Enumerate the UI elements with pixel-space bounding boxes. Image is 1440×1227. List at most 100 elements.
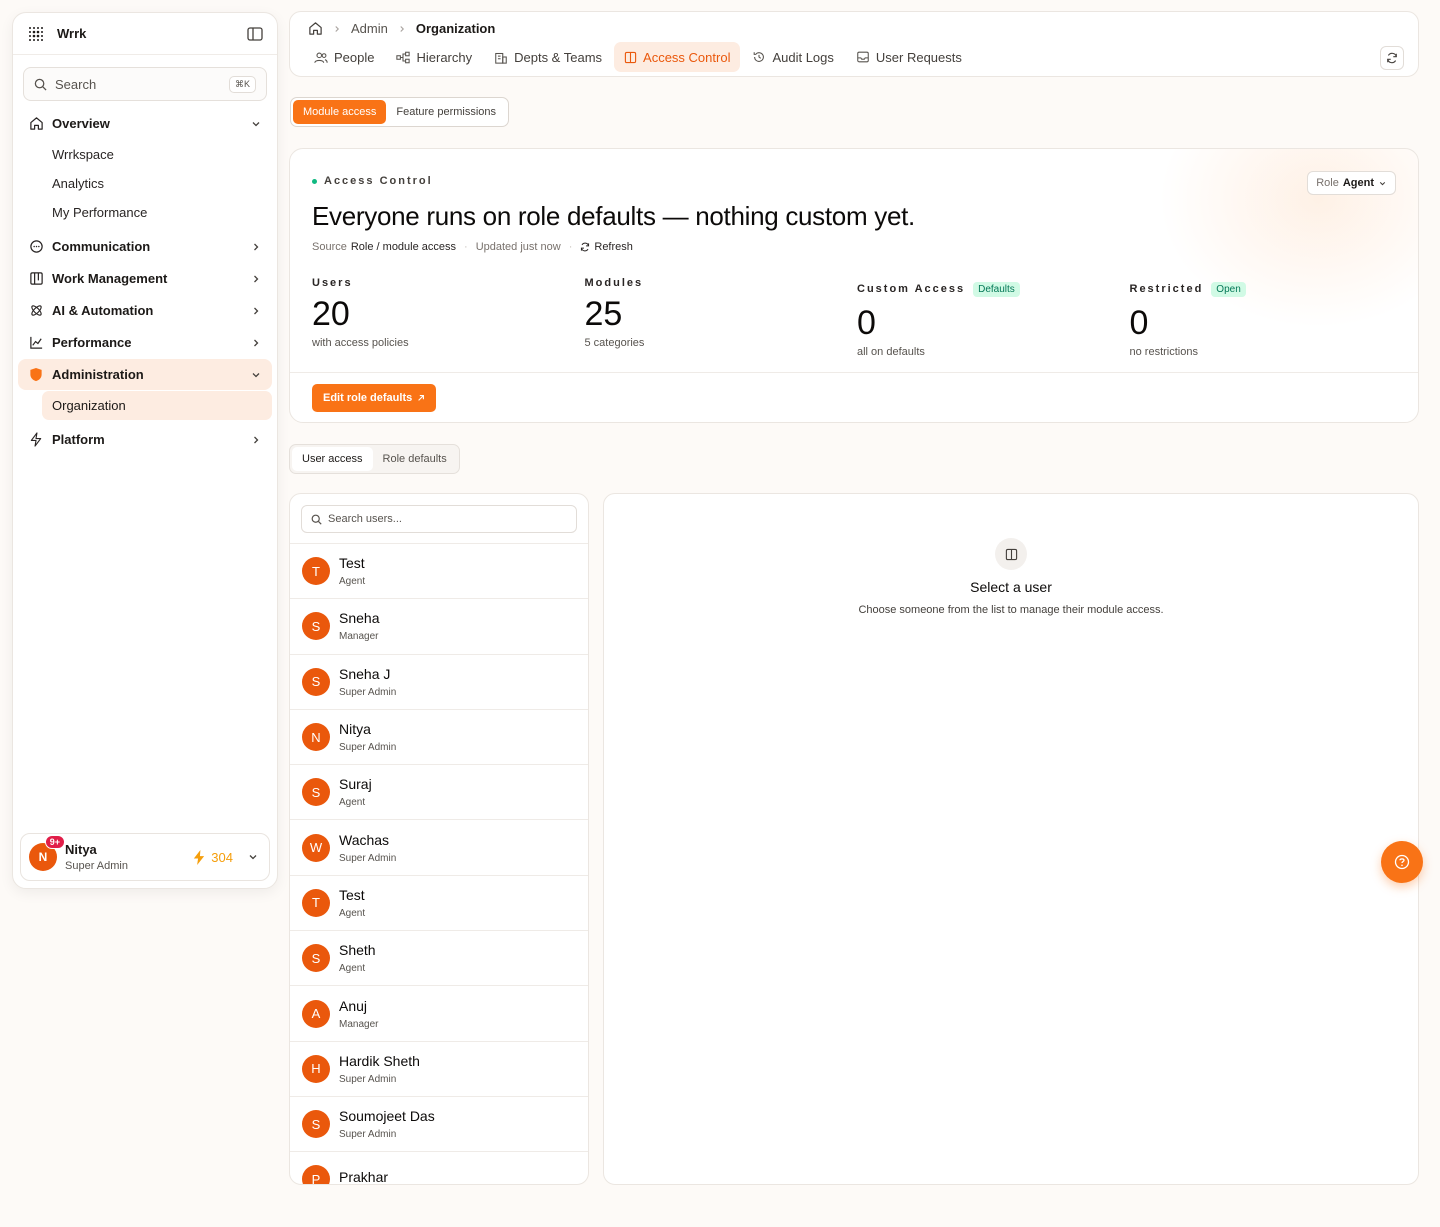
- chevron-down-icon: [250, 369, 262, 381]
- refresh-button[interactable]: [1380, 46, 1404, 70]
- list-item[interactable]: W Wachas Super Admin: [290, 820, 588, 876]
- search-icon: [311, 514, 328, 525]
- module-access-option[interactable]: Module access: [293, 100, 387, 124]
- list-item[interactable]: H Hardik Sheth Super Admin: [290, 1042, 588, 1097]
- sidebar-header: Wrrk: [13, 13, 277, 55]
- avatar: T: [302, 557, 330, 586]
- kanban-icon: [28, 271, 44, 287]
- list-item[interactable]: T Test Agent: [290, 876, 588, 932]
- stat-value: 25: [584, 295, 623, 333]
- list-item[interactable]: S Sneha Manager: [290, 599, 588, 655]
- stat-value: 20: [312, 295, 350, 333]
- lightning-icon: [28, 432, 44, 448]
- avatar: P: [302, 1165, 330, 1184]
- role-selector-value: Agent: [1342, 177, 1374, 189]
- edit-role-defaults-button[interactable]: Edit role defaults: [312, 384, 437, 412]
- access-mode-toggle: Module access Feature permissions: [290, 97, 510, 127]
- list-item[interactable]: S Sneha J Super Admin: [290, 655, 588, 710]
- stat-sub: all on defaults: [857, 346, 925, 358]
- sidebar-item-work-management[interactable]: Work Management: [18, 263, 272, 294]
- refresh-link[interactable]: Refresh: [580, 241, 633, 253]
- sidebar-item-my-performance[interactable]: My Performance: [42, 198, 272, 227]
- current-user-card[interactable]: N 9+ Nitya Super Admin 304: [20, 833, 270, 881]
- sidebar-search[interactable]: Search ⌘K: [23, 67, 267, 101]
- user-role: Super Admin: [339, 1073, 397, 1085]
- list-item[interactable]: N Nitya Super Admin: [290, 710, 588, 766]
- user-meta: Test Agent: [339, 555, 365, 587]
- tab-audit-logs[interactable]: Audit Logs: [742, 42, 843, 72]
- sidebar-item-platform[interactable]: Platform: [18, 424, 272, 455]
- user-name: Sneha J: [339, 665, 391, 682]
- user-access-option[interactable]: User access: [292, 447, 373, 471]
- avatar: S: [302, 944, 330, 973]
- sidebar-nav: Overview Wrrkspace Analytics My Performa…: [18, 108, 272, 456]
- user-list-panel: Search users... T Test Agent S Sneha Manager S…: [289, 493, 589, 1185]
- feature-permissions-option[interactable]: Feature permissions: [386, 100, 506, 124]
- admin-tabs: People Hierarchy Depts & Teams Access Co…: [304, 42, 974, 72]
- tab-people[interactable]: People: [304, 42, 384, 72]
- user-name: Sneha: [339, 610, 380, 627]
- list-item[interactable]: A Anuj Manager: [290, 986, 588, 1042]
- page-title: Everyone runs on role defaults — nothing…: [312, 201, 915, 231]
- sidebar-collapse-icon[interactable]: [247, 26, 263, 41]
- user-meta: Sneha Manager: [339, 610, 379, 642]
- user-list: T Test Agent S Sneha Manager S Sneha J Super Adm…: [290, 543, 588, 1185]
- users-icon: [314, 51, 328, 64]
- user-role: Manager: [339, 1018, 379, 1030]
- list-item[interactable]: S Sheth Agent: [290, 931, 588, 987]
- list-item[interactable]: T Test Agent: [290, 544, 588, 600]
- avatar: S: [302, 667, 330, 696]
- meta-separator: ·: [568, 241, 573, 253]
- user-meta: Soumojeet Das Super Admin: [339, 1108, 435, 1140]
- brand-name: Wrrk: [57, 26, 87, 41]
- sidebar-item-performance[interactable]: Performance: [18, 327, 272, 358]
- sidebar-item-analytics[interactable]: Analytics: [42, 169, 272, 198]
- refresh-label: Refresh: [594, 241, 633, 253]
- search-icon: [34, 78, 47, 91]
- role-selector[interactable]: Role Agent: [1307, 171, 1396, 195]
- role-defaults-option[interactable]: Role defaults: [373, 447, 457, 471]
- user-meta: Wachas Super Admin: [339, 832, 396, 864]
- help-button[interactable]: [1381, 841, 1423, 883]
- list-item[interactable]: P Prakhar: [290, 1152, 588, 1185]
- sidebar-item-label: Administration: [52, 367, 144, 382]
- sidebar-item-label: Performance: [52, 335, 132, 350]
- tab-access-control[interactable]: Access Control: [614, 42, 741, 72]
- chevron-down-icon[interactable]: [247, 851, 259, 863]
- search-placeholder: Search users...: [328, 513, 402, 525]
- tab-user-requests[interactable]: User Requests: [846, 42, 972, 72]
- list-item[interactable]: S Suraj Agent: [290, 765, 588, 821]
- sidebar-item-administration[interactable]: Administration: [18, 359, 272, 390]
- user-search-input[interactable]: Search users...: [301, 505, 577, 533]
- user-role: Agent: [339, 963, 366, 975]
- user-meta: Test Agent: [339, 887, 365, 919]
- sidebar-item-ai-automation[interactable]: AI & Automation: [18, 295, 272, 326]
- sidebar-item-communication[interactable]: Communication: [18, 231, 272, 262]
- status-badge: Defaults: [973, 281, 1020, 297]
- search-label: Search: [55, 76, 97, 92]
- list-item[interactable]: S Soumojeet Das Super Admin: [290, 1097, 588, 1153]
- stat-label: Users: [312, 277, 353, 289]
- user-role: Agent: [339, 576, 366, 588]
- tab-hierarchy[interactable]: Hierarchy: [386, 42, 482, 72]
- avatar: N: [302, 723, 330, 752]
- user-role: Manager: [339, 631, 379, 643]
- sidebar-item-overview[interactable]: Overview: [18, 108, 272, 139]
- sidebar-item-organization[interactable]: Organization: [42, 391, 272, 420]
- user-meta: Sheth Agent: [339, 942, 376, 974]
- empty-state-subtitle: Choose someone from the list to manage t…: [858, 604, 1164, 616]
- avatar: T: [302, 888, 330, 917]
- user-meta: Suraj Agent: [339, 776, 372, 808]
- user-detail-panel: Select a user Choose someone from the li…: [603, 493, 1419, 1185]
- points-counter: 304: [193, 849, 233, 865]
- stat-modules: Modules 25 5 categories: [585, 277, 858, 358]
- access-view-toggle: User access Role defaults: [289, 444, 460, 474]
- home-icon[interactable]: [308, 21, 323, 36]
- tab-depts-teams[interactable]: Depts & Teams: [484, 42, 612, 72]
- empty-state-title: Select a user: [970, 579, 1052, 595]
- user-name: Prakhar: [339, 1168, 389, 1185]
- chevron-right-icon: [332, 24, 342, 34]
- sidebar-item-wrrkspace[interactable]: Wrrkspace: [42, 140, 272, 169]
- help-icon: [1394, 854, 1410, 870]
- breadcrumb-admin[interactable]: Admin: [351, 21, 388, 36]
